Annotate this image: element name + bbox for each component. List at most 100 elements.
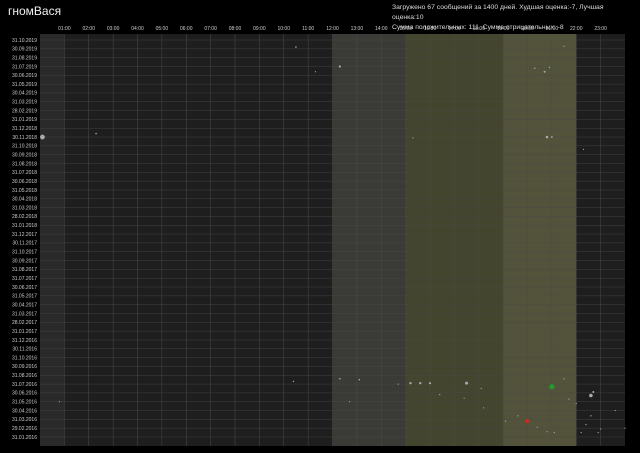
y-tick-label: 30.11.2017 <box>12 241 37 247</box>
y-tick-label: 31.12.2016 <box>12 338 37 344</box>
y-tick-label: 31.03.2018 <box>12 205 37 211</box>
y-tick-label: 31.01.2017 <box>12 329 37 335</box>
data-point-neutral[interactable] <box>575 402 577 405</box>
data-point-neutral[interactable] <box>624 427 626 429</box>
x-tick-label: 05:00 <box>156 26 169 32</box>
y-tick-label: 31.01.2018 <box>12 223 37 229</box>
y-tick-label: 31.08.2017 <box>12 267 37 273</box>
data-point-neutral[interactable] <box>428 382 432 385</box>
data-point-neutral[interactable] <box>580 431 582 434</box>
y-tick-label: 30.11.2016 <box>12 347 37 353</box>
x-tick-label: 13:00 <box>351 26 364 32</box>
data-point-neutral[interactable] <box>409 381 412 385</box>
data-point-neutral[interactable] <box>465 381 469 385</box>
x-tick-label: 19:00 <box>497 26 510 32</box>
y-tick-label: 30.09.2018 <box>12 152 37 158</box>
data-point-negative[interactable] <box>525 419 530 424</box>
data-point-neutral[interactable] <box>614 409 616 412</box>
data-point-positive[interactable] <box>549 384 555 390</box>
x-tick-label: 17:00 <box>448 26 461 32</box>
data-point-neutral[interactable] <box>295 46 297 48</box>
y-tick-label: 30.06.2016 <box>12 391 37 397</box>
data-point-neutral[interactable] <box>597 431 599 434</box>
y-tick-label: 30.06.2017 <box>12 285 37 291</box>
data-point-neutral[interactable] <box>338 65 341 68</box>
data-point-neutral[interactable] <box>419 381 422 385</box>
data-point-neutral[interactable] <box>292 380 295 383</box>
x-tick-label: 21:00 <box>546 26 559 32</box>
y-tick-label: 28.02.2019 <box>12 108 37 114</box>
y-tick-label: 31.10.2016 <box>12 355 37 361</box>
y-tick-label: 31.07.2018 <box>12 170 37 176</box>
data-point-neutral[interactable] <box>483 407 485 409</box>
y-tick-label: 31.07.2019 <box>12 64 37 70</box>
data-point-neutral[interactable] <box>480 387 482 390</box>
y-tick-label: 31.05.2019 <box>12 82 37 88</box>
data-point-neutral[interactable] <box>563 45 565 47</box>
y-tick-label: 31.10.2019 <box>12 38 37 44</box>
x-tick-label: 22:00 <box>570 26 583 32</box>
x-tick-label: 12:00 <box>326 26 339 32</box>
x-tick-label: 10:00 <box>277 26 290 32</box>
data-point-neutral[interactable] <box>358 378 361 381</box>
data-point-neutral[interactable] <box>592 391 595 394</box>
data-point-neutral[interactable] <box>439 394 441 396</box>
y-tick-label: 30.11.2018 <box>12 135 37 141</box>
data-point-neutral[interactable] <box>550 136 553 138</box>
y-tick-label: 31.01.2016 <box>12 435 37 441</box>
x-tick-label: 04:00 <box>131 26 144 32</box>
data-point-neutral[interactable] <box>58 401 61 403</box>
data-point-neutral[interactable] <box>348 401 351 403</box>
y-tick-label: 30.09.2017 <box>12 258 37 264</box>
y-tick-label: 30.04.2016 <box>12 408 37 414</box>
y-tick-label: 31.08.2016 <box>12 373 37 379</box>
data-point-neutral[interactable] <box>600 428 602 430</box>
data-point-neutral[interactable] <box>585 424 587 426</box>
data-point-neutral[interactable] <box>568 398 570 400</box>
data-point-neutral[interactable] <box>536 426 538 428</box>
y-tick-label: 31.07.2017 <box>12 276 37 282</box>
y-tick-label: 30.04.2018 <box>12 197 37 203</box>
data-point-neutral[interactable] <box>504 420 507 422</box>
y-tick-label: 31.01.2019 <box>12 117 37 123</box>
data-point-neutral[interactable] <box>582 148 585 150</box>
y-tick-label: 28.02.2018 <box>12 214 37 220</box>
y-tick-label: 31.03.2017 <box>12 311 37 317</box>
data-point-neutral[interactable] <box>548 66 551 69</box>
y-tick-label: 30.04.2019 <box>12 91 37 97</box>
data-point-neutral[interactable] <box>534 67 536 69</box>
y-tick-label: 31.12.2018 <box>12 126 37 132</box>
x-tick-label: 18:00 <box>472 26 485 32</box>
x-tick-label: 09:00 <box>253 26 266 32</box>
data-point-neutral[interactable] <box>339 377 341 380</box>
data-point-neutral[interactable] <box>543 70 546 73</box>
x-tick-label: 01:00 <box>58 26 71 32</box>
data-point-neutral[interactable] <box>40 134 45 140</box>
data-point-neutral[interactable] <box>517 415 519 417</box>
data-point-neutral[interactable] <box>589 393 593 398</box>
y-tick-label: 31.03.2016 <box>12 417 37 423</box>
data-point-neutral[interactable] <box>545 135 549 139</box>
data-point-neutral[interactable] <box>397 383 399 385</box>
y-tick-label: 30.06.2019 <box>12 73 37 79</box>
data-point-neutral[interactable] <box>563 378 565 380</box>
y-tick-label: 30.06.2018 <box>12 179 37 185</box>
y-tick-label: 31.05.2016 <box>12 400 37 406</box>
data-point-neutral[interactable] <box>590 415 592 417</box>
data-point-neutral[interactable] <box>95 132 97 135</box>
activity-scatter-chart: 01:00 02:00 03:00 04:00 05:00 06:00 07:00 08:00… <box>12 26 626 446</box>
data-point-neutral[interactable] <box>463 397 465 399</box>
x-tick-label: 16:00 <box>424 26 437 32</box>
x-axis-ticks: 01:00 02:00 03:00 04:00 05:00 06:00 07:00 08:00… <box>58 26 607 32</box>
data-point-neutral[interactable] <box>412 137 414 139</box>
y-tick-label: 31.10.2018 <box>12 144 37 150</box>
y-tick-label: 30.09.2016 <box>12 364 37 370</box>
data-point-neutral[interactable] <box>553 431 555 434</box>
data-point-neutral[interactable] <box>314 71 317 73</box>
x-tick-label: 08:00 <box>229 26 242 32</box>
data-point-neutral[interactable] <box>546 431 548 433</box>
y-tick-label: 31.05.2017 <box>12 294 37 300</box>
x-tick-label: 03:00 <box>107 26 120 32</box>
y-tick-label: 31.08.2019 <box>12 55 37 61</box>
y-axis-ticks: 31.10.2019 30.09.2019 31.08.2019 31.07.2019… <box>12 38 37 441</box>
